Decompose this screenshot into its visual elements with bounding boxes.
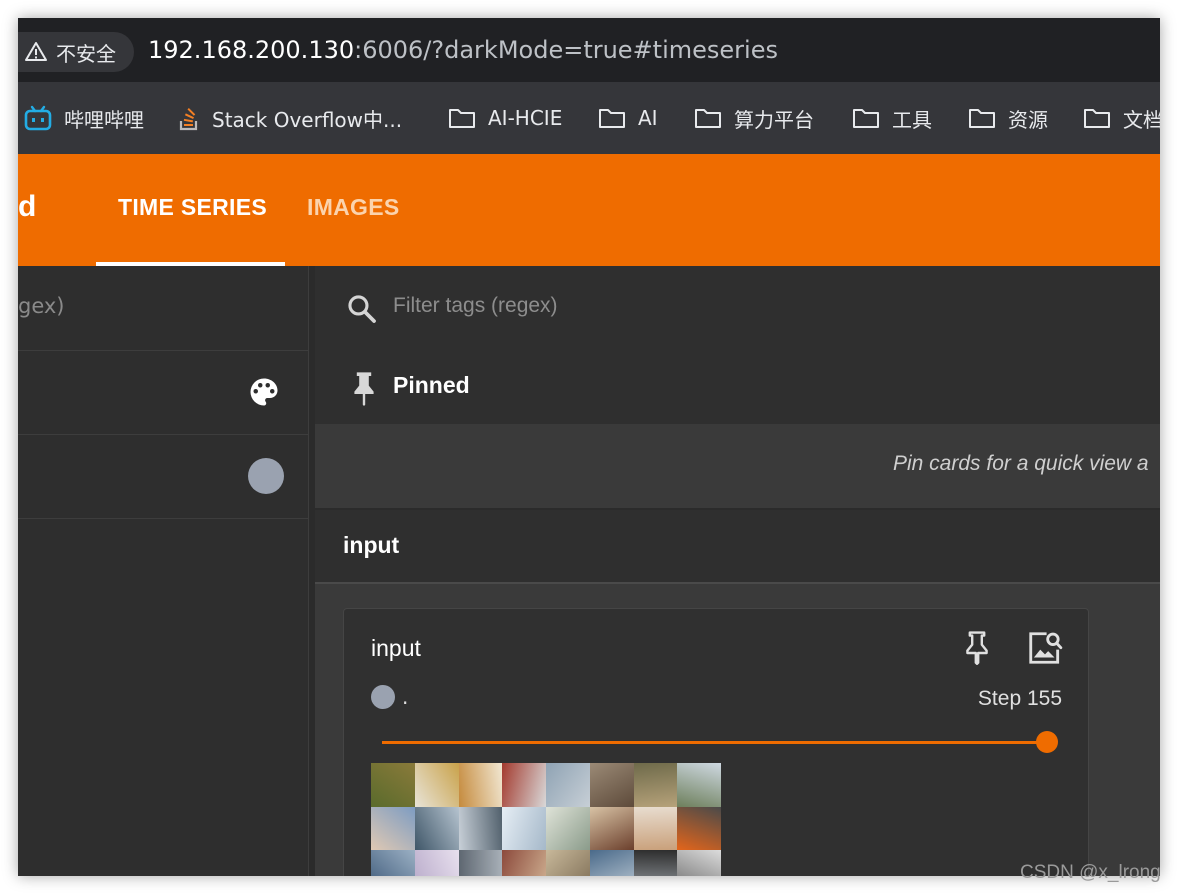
folder-icon (449, 109, 475, 128)
image-sample-tile (546, 806, 590, 850)
step-slider-track[interactable] (382, 741, 1044, 744)
image-sample-tile (414, 850, 459, 876)
runs-table-header (18, 350, 308, 435)
card-title: input (371, 635, 421, 661)
bookmark-folder-tools[interactable]: 工具 (852, 102, 932, 134)
search-icon (348, 295, 376, 323)
tag-group-cards: input . Step 155 (315, 584, 1160, 876)
pin-icon (354, 372, 374, 406)
step-slider-thumb[interactable] (1036, 731, 1058, 753)
bookmark-label: 文档 (1123, 107, 1160, 132)
runs-sidebar: gex) (18, 266, 309, 876)
run-color-swatch[interactable] (248, 458, 284, 494)
bookmark-folder-docs[interactable]: 文档 (1083, 102, 1160, 134)
bookmark-bilibili[interactable]: 哔哩哔哩 (24, 102, 144, 134)
tag-group-header[interactable]: input (315, 510, 1160, 584)
image-sample-tile (458, 850, 503, 876)
image-sample-grid[interactable] (371, 763, 721, 876)
folder-icon (599, 109, 625, 128)
run-row[interactable] (18, 434, 308, 519)
url-path: :6006/?darkMode=true#timeseries (354, 36, 778, 64)
folder-icon (1084, 109, 1110, 128)
bookmark-folder-ai[interactable]: AI (598, 102, 658, 134)
image-card: input . Step 155 (343, 608, 1089, 876)
image-sample-tile (458, 763, 503, 807)
image-sample-tile (414, 806, 459, 850)
bookmark-folder-compute[interactable]: 算力平台 (694, 102, 814, 134)
image-sample-tile (546, 850, 590, 876)
bookmark-stackoverflow[interactable]: Stack Overflow中... (178, 102, 402, 134)
tab-time-series[interactable]: TIME SERIES (118, 194, 267, 221)
image-sample-tile (458, 806, 503, 850)
watermark: CSDN @x_lrong (1020, 862, 1161, 883)
fullsize-image-icon[interactable] (1026, 629, 1064, 667)
url-text[interactable]: 192.168.200.130:6006/?darkMode=true#time… (148, 36, 778, 64)
bookmark-label: Stack Overflow中... (212, 107, 403, 132)
image-sample-tile (371, 806, 415, 850)
pin-card-icon[interactable] (962, 629, 992, 665)
step-label: Step 155 (977, 687, 1062, 710)
image-sample-tile (589, 850, 634, 876)
browser-window: 不安全 192.168.200.130:6006/?darkMode=true#… (18, 18, 1160, 876)
pinned-section-header: Pinned (315, 350, 1160, 426)
image-sample-tile (502, 806, 546, 850)
image-sample-tile (502, 763, 546, 807)
palette-icon[interactable] (246, 374, 282, 410)
bookmark-label: 资源 (1008, 107, 1048, 132)
image-sample-tile (371, 850, 415, 876)
tab-images[interactable]: IMAGES (307, 194, 400, 221)
pinned-title: Pinned (393, 372, 470, 398)
folder-icon (695, 109, 721, 128)
run-name: . (402, 685, 409, 709)
brand-title: d (18, 190, 37, 223)
main-panel: Filter tags (regex) Pinned Pin cards for… (315, 266, 1160, 876)
run-color-indicator (371, 685, 395, 709)
security-indicator[interactable]: 不安全 (18, 32, 134, 72)
stackoverflow-icon (179, 107, 198, 131)
bookmark-label: 算力平台 (734, 107, 814, 132)
image-sample-tile (677, 763, 721, 807)
image-sample-tile (589, 763, 634, 807)
bookmark-folder-resources[interactable]: 资源 (968, 102, 1048, 134)
address-bar[interactable]: 不安全 192.168.200.130:6006/?darkMode=true#… (18, 18, 1160, 82)
image-sample-tile (589, 806, 634, 850)
runs-filter-input[interactable]: gex) (18, 266, 308, 351)
folder-icon (969, 109, 995, 128)
bookmark-label: 工具 (892, 107, 932, 132)
bookmarks-bar: 哔哩哔哩 Stack Overflow中... AI-HCIE AI 算力平台 … (18, 82, 1160, 154)
image-sample-tile (677, 850, 721, 876)
image-sample-tile (633, 806, 678, 850)
image-sample-tile (633, 850, 678, 876)
image-sample-tile (414, 763, 459, 807)
warning-icon (25, 42, 47, 61)
bookmark-label: AI (638, 106, 658, 130)
tag-group-title: input (343, 532, 400, 558)
app-header: d TIME SERIES IMAGES (18, 154, 1160, 266)
image-sample-tile (633, 763, 678, 807)
bilibili-icon (24, 105, 52, 131)
pinned-empty-state: Pin cards for a quick view a (315, 426, 1160, 510)
url-host: 192.168.200.130 (148, 36, 355, 64)
runs-filter-placeholder: gex) (18, 294, 65, 318)
tag-filter-input[interactable]: Filter tags (regex) (315, 266, 1160, 351)
image-sample-tile (502, 850, 546, 876)
bookmark-label: AI-HCIE (488, 106, 563, 130)
image-sample-tile (677, 806, 721, 850)
image-sample-tile (546, 763, 590, 807)
folder-icon (853, 109, 879, 128)
bookmark-folder-ai-hcie[interactable]: AI-HCIE (448, 102, 562, 134)
bookmark-label: 哔哩哔哩 (64, 107, 144, 132)
pinned-empty-text: Pin cards for a quick view a (893, 452, 1149, 475)
image-sample-tile (371, 763, 415, 807)
security-label: 不安全 (56, 41, 116, 66)
tag-filter-placeholder: Filter tags (regex) (393, 294, 558, 317)
